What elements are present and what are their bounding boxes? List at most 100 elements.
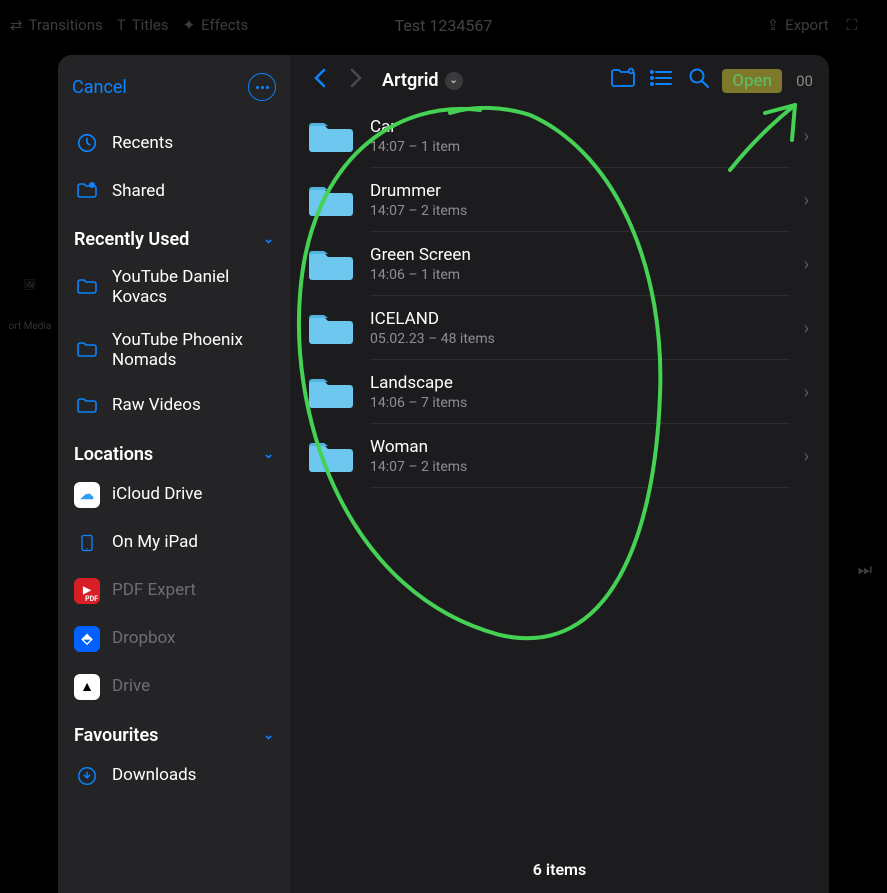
- section-favourites[interactable]: Favourites ⌄: [58, 711, 290, 752]
- chevron-right-icon: ›: [804, 382, 813, 403]
- folder-row[interactable]: Woman 14:07 – 2 items ›: [306, 424, 829, 488]
- sidebar-item-pdfexpert[interactable]: ▶ PDF Expert: [58, 567, 290, 615]
- folder-icon: [74, 337, 100, 363]
- section-title: Locations: [74, 444, 153, 465]
- counter-badge: 00: [796, 72, 813, 90]
- list-view-button[interactable]: [646, 68, 676, 93]
- new-folder-button[interactable]: [608, 67, 638, 94]
- folder-icon: [74, 393, 100, 419]
- breadcrumb-label: Artgrid: [382, 70, 439, 91]
- sidebar-item-label: PDF Expert: [112, 580, 274, 600]
- project-title: Test 1234567: [0, 16, 887, 35]
- chevron-right-icon: ›: [804, 254, 813, 275]
- file-toolbar: Artgrid ⌄ Open 00: [290, 55, 829, 104]
- sidebar-item-label: Shared: [112, 181, 274, 201]
- folder-meta: 14:07 – 1 item: [370, 139, 790, 155]
- folder-meta: 14:07 – 2 items: [370, 459, 790, 475]
- sidebar-item-label: On My iPad: [112, 532, 274, 552]
- chevron-right-icon: ›: [804, 318, 813, 339]
- folder-row[interactable]: Landscape 14:06 – 7 items ›: [306, 360, 829, 424]
- sidebar-item-recent-2[interactable]: Raw Videos: [58, 382, 290, 430]
- file-list-panel: Artgrid ⌄ Open 00 Car14:07 – 1 item›Drum…: [290, 55, 829, 893]
- sidebar-item-recent-0[interactable]: YouTube Daniel Kovacs: [58, 256, 290, 319]
- sidebar-item-label: Recents: [112, 133, 274, 153]
- sidebar-item-label: Raw Videos: [112, 395, 274, 415]
- item-count-footer: 6 items: [290, 846, 829, 893]
- folder-icon: [306, 436, 356, 476]
- export-icon: ⇪: [767, 16, 780, 34]
- section-locations[interactable]: Locations ⌄: [58, 430, 290, 471]
- download-icon: [74, 763, 100, 789]
- sidebar-item-label: iCloud Drive: [112, 484, 274, 504]
- folder-meta: 14:07 – 2 items: [370, 203, 790, 219]
- skip-forward-icon[interactable]: ⏭: [858, 560, 872, 579]
- folder-icon: [74, 274, 100, 300]
- folder-icon: [306, 244, 356, 284]
- section-recently-used[interactable]: Recently Used ⌄: [58, 215, 290, 256]
- folder-shared-icon: [74, 178, 100, 204]
- sidebar: Cancel Recents Shared Recently Used ⌄: [58, 55, 290, 893]
- folder-name: Car: [370, 117, 790, 137]
- sidebar-item-ipad[interactable]: On My iPad: [58, 519, 290, 567]
- sidebar-item-downloads[interactable]: Downloads: [58, 752, 290, 800]
- back-button[interactable]: [306, 68, 334, 94]
- chevron-right-icon: ›: [804, 446, 813, 467]
- section-title: Favourites: [74, 725, 158, 746]
- fullscreen-icon[interactable]: ⛶: [846, 16, 857, 34]
- pdfexpert-icon: ▶: [74, 578, 100, 604]
- ellipsis-icon: [256, 86, 269, 89]
- file-list: Car 14:07 – 1 item › Drummer 14:07 – 2 items…: [290, 104, 829, 846]
- folder-row[interactable]: ICELAND 05.02.23 – 48 items ›: [306, 296, 829, 360]
- sidebar-item-drive[interactable]: ▲ Drive: [58, 663, 290, 711]
- sidebar-item-recents[interactable]: Recents: [58, 119, 290, 167]
- chevron-down-icon: ⌄: [263, 232, 274, 247]
- folder-name: Green Screen: [370, 245, 790, 265]
- folder-meta: 14:06 – 7 items: [370, 395, 790, 411]
- sidebar-item-label: YouTube Daniel Kovacs: [112, 267, 274, 308]
- import-media-label: ort Media: [9, 321, 52, 332]
- folder-name: Drummer: [370, 181, 790, 201]
- folder-icon: [306, 308, 356, 348]
- sidebar-item-label: YouTube Phoenix Nomads: [112, 330, 274, 371]
- dropbox-icon: ⬘: [74, 626, 100, 652]
- open-button[interactable]: Open: [722, 69, 782, 93]
- sidebar-item-label: Downloads: [112, 765, 274, 785]
- forward-button[interactable]: [342, 68, 370, 94]
- search-button[interactable]: [684, 67, 714, 94]
- folder-meta: 14:06 – 1 item: [370, 267, 790, 283]
- more-button[interactable]: [248, 73, 276, 101]
- folder-row[interactable]: Car 14:07 – 1 item ›: [306, 104, 829, 168]
- chevron-down-icon: ⌄: [263, 447, 274, 462]
- chevron-right-icon: ›: [804, 190, 813, 211]
- clock-icon: [74, 130, 100, 156]
- cancel-button[interactable]: Cancel: [72, 77, 127, 98]
- sidebar-item-icloud[interactable]: ☁︎ iCloud Drive: [58, 471, 290, 519]
- chevron-right-icon: ›: [804, 126, 813, 147]
- media-thumb-icon: 🖼: [24, 280, 37, 291]
- folder-name: ICELAND: [370, 309, 790, 329]
- sidebar-item-shared[interactable]: Shared: [58, 167, 290, 215]
- sidebar-item-label: Dropbox: [112, 628, 274, 648]
- export-button[interactable]: ⇪ Export: [767, 16, 829, 34]
- ipad-icon: [74, 530, 100, 556]
- sidebar-item-recent-1[interactable]: YouTube Phoenix Nomads: [58, 319, 290, 382]
- chevron-down-icon: ⌄: [445, 72, 463, 90]
- chevron-down-icon: ⌄: [263, 728, 274, 743]
- folder-icon: [306, 116, 356, 156]
- sidebar-item-dropbox[interactable]: ⬘ Dropbox: [58, 615, 290, 663]
- app-topbar: ⇄ Transitions T Titles ✦ Effects Test 12…: [0, 0, 887, 50]
- breadcrumb[interactable]: Artgrid ⌄: [382, 70, 463, 91]
- folder-row[interactable]: Drummer 14:07 – 2 items ›: [306, 168, 829, 232]
- folder-name: Landscape: [370, 373, 790, 393]
- folder-icon: [306, 180, 356, 220]
- folder-row[interactable]: Green Screen 14:06 – 1 item ›: [306, 232, 829, 296]
- icloud-icon: ☁︎: [74, 482, 100, 508]
- export-label: Export: [785, 16, 828, 34]
- folder-meta: 05.02.23 – 48 items: [370, 331, 790, 347]
- section-title: Recently Used: [74, 229, 189, 250]
- folder-name: Woman: [370, 437, 790, 457]
- file-browser-sheet: Cancel Recents Shared Recently Used ⌄: [58, 55, 829, 893]
- bg-side-panel: 🖼 ort Media: [0, 280, 60, 332]
- folder-icon: [306, 372, 356, 412]
- gdrive-icon: ▲: [74, 674, 100, 700]
